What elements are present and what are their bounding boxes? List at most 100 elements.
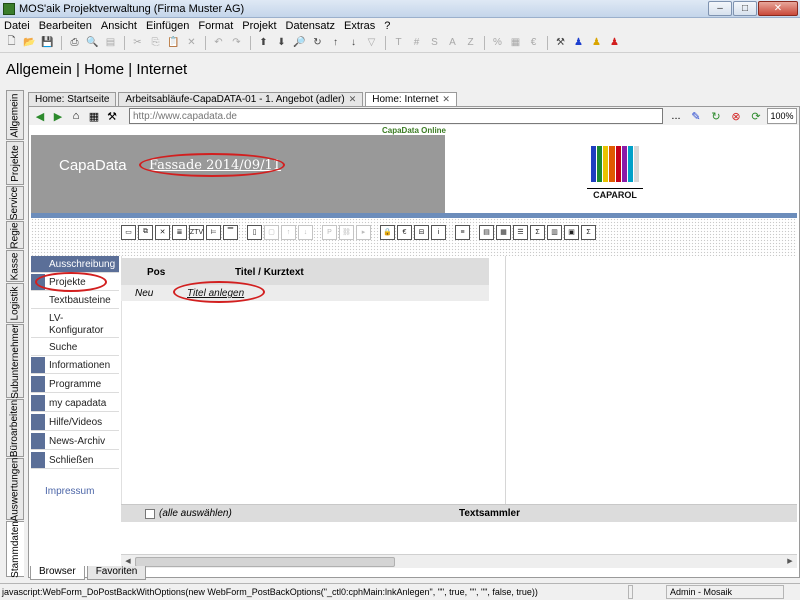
- user-blue-icon[interactable]: ♟: [570, 35, 587, 51]
- tools-icon[interactable]: ⚒: [552, 35, 569, 51]
- find-icon[interactable]: 🔎: [291, 35, 308, 51]
- back-icon[interactable]: ◀: [31, 108, 49, 124]
- ztv-icon[interactable]: ZTV: [189, 224, 204, 240]
- menu-datensatz[interactable]: Datensatz: [286, 20, 336, 32]
- minimize-button[interactable]: ‒: [708, 1, 732, 16]
- side-menu-hilfe-videos[interactable]: Hilfe/Videos: [31, 414, 119, 431]
- forward-icon[interactable]: ▶: [49, 108, 67, 124]
- side-menu-news-archiv[interactable]: News-Archiv: [31, 433, 119, 450]
- side-tab-allgemein[interactable]: Allgemein: [6, 90, 24, 140]
- close-tab-icon[interactable]: ✕: [442, 94, 450, 105]
- side-menu-schliessen[interactable]: Schließen: [31, 452, 119, 469]
- filter-icon[interactable]: ▽: [363, 35, 380, 51]
- stop-icon[interactable]: ⊗: [727, 108, 745, 124]
- date-icon[interactable]: S: [426, 35, 443, 51]
- heading-icon[interactable]: ▔: [223, 224, 238, 240]
- side-menu-ausschreibung[interactable]: Ausschreibung: [31, 256, 119, 273]
- copy-icon[interactable]: ⎘: [147, 35, 164, 51]
- tab-home-internet[interactable]: Home: Internet ✕: [365, 92, 457, 106]
- refresh-icon[interactable]: ⟳: [747, 108, 765, 124]
- lock-icon[interactable]: 🔒: [380, 224, 395, 240]
- side-tab-service[interactable]: Service: [6, 186, 24, 220]
- side-tab-logistik[interactable]: Logistik: [6, 283, 24, 323]
- side-tab-subunternehmer[interactable]: Subunternehmer: [6, 324, 24, 398]
- bullet-list-icon[interactable]: ☰: [513, 224, 528, 240]
- calculate-icon[interactable]: ⊟: [414, 224, 429, 240]
- total-icon[interactable]: Σ: [581, 224, 596, 240]
- page-icon[interactable]: ▯: [247, 224, 262, 240]
- new-document-icon[interactable]: 🗋: [3, 35, 20, 51]
- text-list-icon[interactable]: ≡: [455, 224, 470, 240]
- number-icon[interactable]: #: [408, 35, 425, 51]
- frame-icon[interactable]: ▢: [264, 224, 279, 240]
- menu-bearbeiten[interactable]: Bearbeiten: [39, 20, 92, 32]
- arrow-down-icon[interactable]: ⬇: [273, 35, 290, 51]
- tab-browser[interactable]: Browser: [30, 566, 85, 580]
- new-page-icon[interactable]: ▭: [121, 224, 136, 240]
- tab-favoriten[interactable]: Favoriten: [86, 566, 147, 580]
- menu-ansicht[interactable]: Ansicht: [101, 20, 137, 32]
- copy-page-icon[interactable]: ⧉: [138, 224, 153, 240]
- delete-icon[interactable]: ✕: [183, 35, 200, 51]
- link-icon[interactable]: ⛓: [339, 224, 354, 240]
- list-icon[interactable]: ≣: [172, 224, 187, 240]
- save-icon[interactable]: ▣: [564, 224, 579, 240]
- menu-datei[interactable]: Datei: [4, 20, 30, 32]
- sort-desc-icon[interactable]: ↓: [345, 35, 362, 51]
- close-tab-icon[interactable]: ✕: [349, 94, 357, 105]
- user-red-icon[interactable]: ♟: [606, 35, 623, 51]
- close-window-button[interactable]: ✕: [758, 1, 798, 16]
- horizontal-scrollbar[interactable]: ◀ ▶: [121, 554, 797, 568]
- currency-icon[interactable]: €: [525, 35, 542, 51]
- price-icon[interactable]: €: [397, 224, 412, 240]
- arrow-up-icon[interactable]: ⬆: [255, 35, 272, 51]
- refresh-icon[interactable]: ↻: [309, 35, 326, 51]
- alpha-icon[interactable]: A: [444, 35, 461, 51]
- text-icon[interactable]: T: [390, 35, 407, 51]
- cut-icon[interactable]: ✂: [129, 35, 146, 51]
- tab-home-startseite[interactable]: Home: Startseite: [28, 92, 117, 106]
- impressum-link[interactable]: Impressum: [45, 486, 94, 497]
- reload-icon[interactable]: ↻: [707, 108, 725, 124]
- table-icon[interactable]: ▥: [547, 224, 562, 240]
- maximize-button[interactable]: □: [733, 1, 757, 16]
- home-icon[interactable]: ⌂: [67, 108, 85, 124]
- go-button[interactable]: ...: [667, 108, 685, 124]
- favorites-icon[interactable]: ▦: [85, 108, 103, 124]
- zoom-level[interactable]: 100%: [767, 108, 797, 124]
- side-tab-stammdaten[interactable]: Stammdaten: [6, 521, 24, 577]
- scrollbar-thumb[interactable]: [135, 557, 395, 567]
- indent-icon[interactable]: ⊨: [206, 224, 221, 240]
- side-menu-suche[interactable]: Suche: [31, 339, 119, 356]
- menu-projekt[interactable]: Projekt: [242, 20, 276, 32]
- side-menu-informationen[interactable]: Informationen: [31, 357, 119, 374]
- zero-icon[interactable]: Z: [462, 35, 479, 51]
- side-tab-projekte[interactable]: Projekte: [6, 141, 24, 185]
- delete-page-icon[interactable]: ✕: [155, 224, 170, 240]
- scroll-right-icon[interactable]: ▶: [784, 556, 796, 568]
- calculator-icon[interactable]: ▦: [507, 35, 524, 51]
- redo-icon[interactable]: ↷: [228, 35, 245, 51]
- side-menu-textbausteine[interactable]: Textbausteine: [31, 292, 119, 309]
- print-icon[interactable]: ⎙: [66, 35, 83, 51]
- info-icon[interactable]: i: [431, 224, 446, 240]
- percent-icon[interactable]: %: [489, 35, 506, 51]
- move-up-icon[interactable]: ↑: [281, 224, 296, 240]
- move-down-icon[interactable]: ↓: [298, 224, 313, 240]
- side-tab-bueroarbeiten[interactable]: Büroarbeiten: [6, 399, 24, 457]
- parameter-icon[interactable]: P: [322, 224, 337, 240]
- user-yellow-icon[interactable]: ♟: [588, 35, 605, 51]
- paste-icon[interactable]: 📋: [165, 35, 182, 51]
- page-setup-icon[interactable]: ▤: [102, 35, 119, 51]
- sum-icon[interactable]: Σ: [530, 224, 545, 240]
- print-preview-icon[interactable]: 🔍: [84, 35, 101, 51]
- menu-extras[interactable]: Extras: [344, 20, 375, 32]
- sort-asc-icon[interactable]: ↑: [327, 35, 344, 51]
- side-menu-my-capadata[interactable]: my capadata: [31, 395, 119, 412]
- open-icon[interactable]: ▸: [356, 224, 371, 240]
- grid-icon[interactable]: ▦: [496, 224, 511, 240]
- side-tab-kasse[interactable]: Kasse: [6, 250, 24, 282]
- side-tab-auswertungen[interactable]: Auswertungen: [6, 457, 24, 521]
- side-menu-lv-konfigurator[interactable]: LV-Konfigurator: [31, 310, 119, 338]
- address-input[interactable]: [129, 108, 663, 124]
